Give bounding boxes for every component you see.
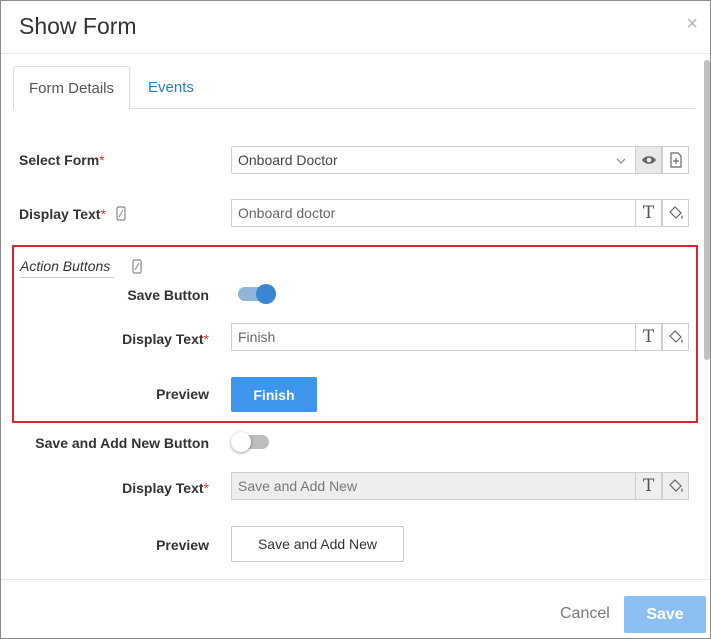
text-format-icon[interactable]: T <box>635 472 662 500</box>
save-display-text-label: Display Text* <box>1 331 209 347</box>
paint-bucket-icon[interactable] <box>662 472 689 500</box>
save-and-add-new-preview-button[interactable]: Save and Add New <box>231 526 404 562</box>
action-buttons-title: Action Buttons <box>20 258 115 278</box>
tab-form-details[interactable]: Form Details <box>13 66 131 110</box>
modal-header: Show Form × <box>1 1 710 54</box>
required-mark: * <box>203 480 209 496</box>
add-new-display-text-input[interactable]: Save and Add New <box>231 472 636 500</box>
required-mark: * <box>203 331 209 347</box>
toggle-knob <box>231 432 251 452</box>
save-button-toggle[interactable] <box>238 284 276 304</box>
mobile-icon <box>132 259 142 279</box>
scrollbar-thumb[interactable] <box>704 60 710 360</box>
paint-bucket-icon[interactable] <box>662 323 689 351</box>
save-display-text-input[interactable]: Finish <box>231 323 636 351</box>
required-mark: * <box>100 206 106 222</box>
save-button[interactable]: Save <box>624 596 706 633</box>
add-new-display-text-label: Display Text* <box>1 480 209 496</box>
save-button-label: Save Button <box>127 287 209 303</box>
chevron-down-icon <box>615 148 627 183</box>
text-format-icon[interactable]: T <box>635 323 662 351</box>
modal-footer: Cancel Save <box>1 579 710 638</box>
tab-events[interactable]: Events <box>133 66 209 110</box>
paint-bucket-icon[interactable] <box>662 199 689 227</box>
select-form-value: Onboard Doctor <box>238 152 338 168</box>
text-t-icon: T <box>642 327 655 347</box>
tab-bar: Form Details Events <box>13 66 695 110</box>
text-format-icon[interactable]: T <box>635 199 662 227</box>
required-mark: * <box>99 152 105 168</box>
close-icon[interactable]: × <box>686 14 698 34</box>
display-text-label: Display Text* <box>19 206 126 224</box>
add-new-display-text-label-text: Display Text <box>122 480 204 496</box>
text-t-icon: T <box>642 476 655 496</box>
toggle-knob <box>256 284 276 304</box>
add-new-preview-label: Preview <box>156 537 209 553</box>
select-form-label: Select Form* <box>19 152 105 168</box>
cancel-button[interactable]: Cancel <box>560 605 610 623</box>
show-form-dialog: Show Form × Form Details Events Select F… <box>0 0 711 639</box>
eye-icon[interactable] <box>635 146 662 174</box>
display-text-label-text: Display Text <box>19 206 101 222</box>
select-form-label-text: Select Form <box>19 152 100 168</box>
finish-preview-button[interactable]: Finish <box>231 377 317 412</box>
display-text-input[interactable]: Onboard doctor <box>231 199 636 227</box>
save-preview-label: Preview <box>156 386 209 402</box>
save-and-add-new-label: Save and Add New Button <box>35 435 209 451</box>
mobile-icon <box>116 206 126 224</box>
modal-title: Show Form <box>19 13 137 39</box>
new-document-icon[interactable] <box>662 146 689 174</box>
save-and-add-new-toggle[interactable] <box>231 432 269 452</box>
scrollbar[interactable] <box>704 55 710 577</box>
save-display-text-label-text: Display Text <box>122 331 204 347</box>
text-t-icon: T <box>642 203 655 223</box>
select-form-dropdown[interactable]: Onboard Doctor <box>231 146 636 174</box>
